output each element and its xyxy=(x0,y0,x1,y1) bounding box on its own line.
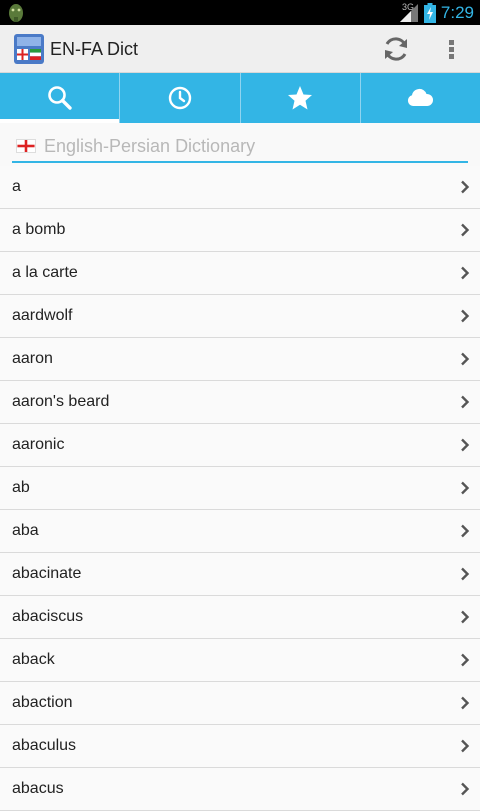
word-label: aba xyxy=(12,522,39,539)
overflow-menu-button[interactable] xyxy=(436,29,468,69)
cloud-icon xyxy=(408,88,434,106)
list-item[interactable]: aba xyxy=(0,510,480,553)
chevron-right-icon xyxy=(461,395,470,409)
list-item[interactable]: a la carte xyxy=(0,252,480,295)
word-label: a bomb xyxy=(12,221,66,238)
app-logo-icon xyxy=(14,34,44,64)
word-label: abacus xyxy=(12,780,64,797)
word-label: aaronic xyxy=(12,436,65,453)
more-vertical-icon xyxy=(449,40,454,59)
search-input[interactable] xyxy=(44,132,464,160)
list-item[interactable]: abaction xyxy=(0,682,480,725)
refresh-icon xyxy=(385,37,407,61)
word-label: aaron xyxy=(12,350,53,367)
refresh-button[interactable] xyxy=(376,29,416,69)
list-item[interactable]: abacinate xyxy=(0,553,480,596)
status-clock: 7:29 xyxy=(440,3,474,22)
chevron-right-icon xyxy=(461,567,470,581)
word-label: aback xyxy=(12,651,55,668)
chevron-right-icon xyxy=(461,653,470,667)
clock-icon xyxy=(168,86,192,110)
list-item[interactable]: aaron xyxy=(0,338,480,381)
chevron-right-icon xyxy=(461,180,470,194)
list-item[interactable]: aardwolf xyxy=(0,295,480,338)
word-label: aaron's beard xyxy=(12,393,110,410)
chevron-right-icon xyxy=(461,524,470,538)
list-item[interactable]: abacus xyxy=(0,768,480,811)
list-item[interactable]: a bomb xyxy=(0,209,480,252)
tab-bar xyxy=(0,73,480,123)
app-title: EN-FA Dict xyxy=(50,39,139,59)
list-item[interactable]: aback xyxy=(0,639,480,682)
tab-online[interactable] xyxy=(361,73,480,123)
word-label: aardwolf xyxy=(12,307,73,324)
word-label: abacinate xyxy=(12,565,82,582)
word-label: abaculus xyxy=(12,737,77,754)
chevron-right-icon xyxy=(461,309,470,323)
chevron-right-icon xyxy=(461,610,470,624)
word-label: ab xyxy=(12,479,30,496)
search-field xyxy=(12,128,468,163)
list-item[interactable]: a xyxy=(0,166,480,209)
signal-icon xyxy=(400,4,418,22)
tab-search[interactable] xyxy=(0,73,121,123)
word-label: abaciscus xyxy=(12,608,84,625)
star-icon xyxy=(288,86,313,110)
list-item[interactable]: ab xyxy=(0,467,480,510)
tab-history[interactable] xyxy=(120,73,241,123)
list-item[interactable]: aaron's beard xyxy=(0,381,480,424)
status-bar: 3G 7:29 xyxy=(0,0,480,25)
chevron-right-icon xyxy=(461,266,470,280)
action-bar: EN-FA Dict xyxy=(0,25,480,73)
word-label: a la carte xyxy=(12,264,78,281)
england-flag-icon xyxy=(16,139,36,153)
chevron-right-icon xyxy=(461,223,470,237)
chevron-right-icon xyxy=(461,481,470,495)
chevron-right-icon xyxy=(461,438,470,452)
search-icon xyxy=(47,86,72,110)
list-item[interactable]: aaronic xyxy=(0,424,480,467)
chevron-right-icon xyxy=(461,352,470,366)
chevron-right-icon xyxy=(461,782,470,796)
list-item[interactable]: abaciscus xyxy=(0,596,480,639)
android-notification-icon xyxy=(9,4,23,22)
chevron-right-icon xyxy=(461,696,470,710)
word-list: a a bomb a la carte aardwolf aaron aaron's be… xyxy=(0,166,480,811)
tab-favorites[interactable] xyxy=(241,73,361,123)
battery-charging-icon xyxy=(424,3,436,23)
list-item[interactable]: abaculus xyxy=(0,725,480,768)
chevron-right-icon xyxy=(461,739,470,753)
word-label: a xyxy=(12,178,21,195)
word-label: abaction xyxy=(12,694,73,711)
